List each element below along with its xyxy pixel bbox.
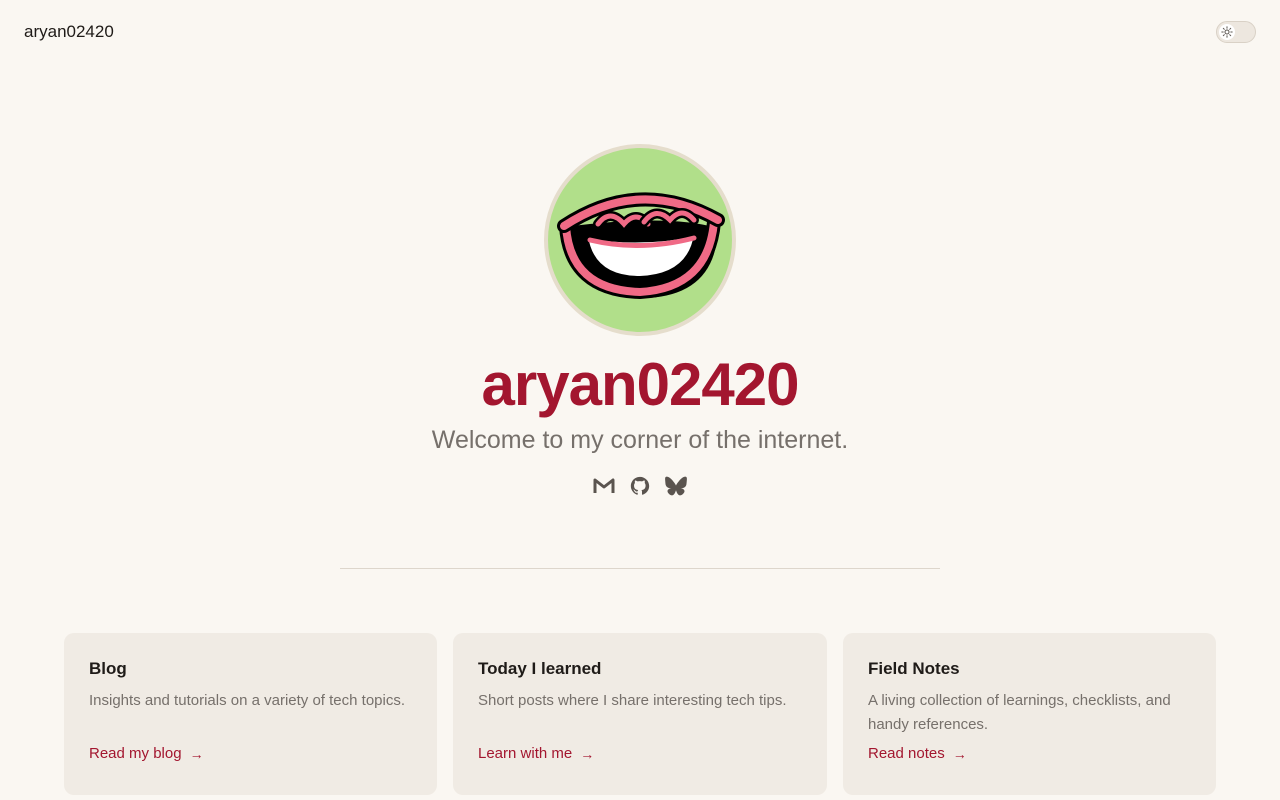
section-divider: [340, 568, 940, 569]
page-subtitle: Welcome to my corner of the internet.: [431, 426, 849, 454]
github-icon[interactable]: [628, 474, 652, 498]
sun-icon: [1219, 24, 1235, 40]
gmail-icon[interactable]: [592, 474, 616, 498]
card-title: Today I learned: [478, 659, 602, 678]
arrow-right-icon: →: [189, 745, 204, 762]
card-blog[interactable]: Blog Insights and tutorials on a variety…: [64, 633, 437, 795]
site-name-link[interactable]: aryan02420: [24, 22, 114, 42]
theme-toggle[interactable]: [1216, 21, 1256, 43]
card-link-label: Learn with me: [478, 745, 573, 762]
smiling-face-avatar-icon: [557, 192, 725, 300]
avatar: [544, 144, 736, 336]
top-bar: aryan02420: [0, 0, 1280, 64]
card-link-label: Read notes: [868, 745, 945, 762]
bluesky-icon[interactable]: [664, 474, 688, 498]
card-field-notes[interactable]: Field Notes A living collection of learn…: [843, 633, 1216, 795]
arrow-right-icon: →: [580, 745, 595, 762]
social-links: [592, 474, 688, 498]
page-title: aryan02420: [481, 351, 800, 418]
learn-with-me-link[interactable]: Learn with me →: [478, 745, 594, 762]
read-blog-link[interactable]: Read my blog →: [89, 745, 204, 762]
card-title: Field Notes: [868, 659, 960, 678]
arrow-right-icon: →: [952, 745, 967, 762]
card-description: Short posts where I share interesting te…: [478, 692, 787, 709]
card-description: A living collection of learnings, checkl…: [868, 692, 1171, 733]
card-description: Insights and tutorials on a variety of t…: [89, 692, 406, 709]
card-link-label: Read my blog: [89, 745, 182, 762]
card-title: Blog: [89, 659, 127, 678]
card-til[interactable]: Today I learned Short posts where I shar…: [453, 633, 827, 795]
read-notes-link[interactable]: Read notes →: [868, 745, 967, 762]
